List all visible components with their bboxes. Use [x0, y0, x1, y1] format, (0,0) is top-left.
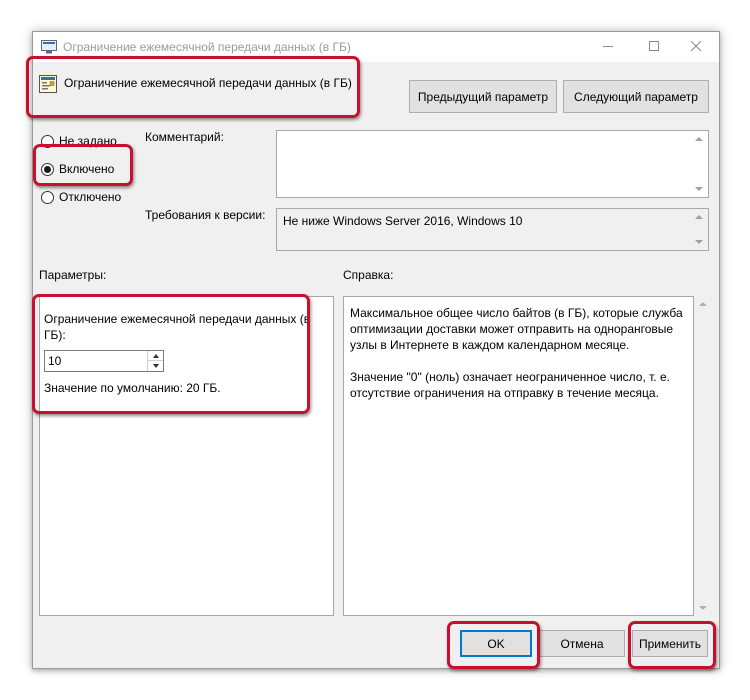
ok-button[interactable]: OK	[460, 630, 532, 657]
version-scrollbar[interactable]	[691, 209, 708, 250]
policy-dialog: Ограничение ежемесячной передачи данных …	[32, 31, 720, 669]
previous-setting-button[interactable]: Предыдущий параметр	[409, 80, 557, 113]
maximize-button[interactable]	[631, 32, 677, 62]
comment-textarea[interactable]	[276, 130, 709, 198]
radio-disabled[interactable]: Отключено	[41, 190, 121, 204]
transfer-limit-stepper[interactable]	[44, 350, 164, 372]
next-setting-button[interactable]: Следующий параметр	[563, 80, 709, 113]
scroll-down-icon[interactable]	[695, 187, 703, 191]
radio-disabled-label: Отключено	[59, 190, 122, 204]
help-panel: Максимальное общее число байтов (в ГБ), …	[343, 296, 694, 616]
scroll-up-icon[interactable]	[695, 137, 703, 141]
cancel-button[interactable]: Отмена	[539, 630, 625, 657]
policy-icon	[39, 75, 57, 96]
apply-button[interactable]: Применить	[632, 630, 708, 657]
scroll-up-icon[interactable]	[695, 215, 703, 219]
radio-not-configured-dot[interactable]	[41, 134, 54, 148]
help-scrollbar[interactable]	[695, 296, 711, 616]
stepper-down-button[interactable]	[148, 361, 163, 371]
version-label: Требования к версии:	[145, 208, 266, 222]
help-label: Справка:	[343, 268, 394, 282]
help-text: Максимальное общее число байтов (в ГБ), …	[350, 305, 690, 417]
chevron-down-icon	[152, 364, 159, 368]
title-bar[interactable]: Ограничение ежемесячной передачи данных …	[33, 32, 719, 62]
parameters-panel: Ограничение ежемесячной передачи данных …	[39, 296, 334, 616]
help-paragraph: Значение "0" (ноль) означает неограничен…	[350, 370, 670, 400]
transfer-limit-label: Ограничение ежемесячной передачи данных …	[44, 312, 311, 342]
help-paragraph: Максимальное общее число байтов (в ГБ), …	[350, 306, 683, 352]
window-title: Ограничение ежемесячной передачи данных …	[63, 40, 351, 54]
comment-scrollbar[interactable]	[691, 131, 708, 197]
radio-disabled-dot[interactable]	[41, 190, 54, 204]
stepper-buttons	[147, 351, 163, 371]
scroll-down-icon[interactable]	[699, 606, 707, 610]
radio-enabled-dot[interactable]	[41, 162, 54, 176]
maximize-icon	[649, 40, 659, 54]
parameters-label: Параметры:	[39, 268, 107, 282]
radio-not-configured-label: Не задано	[59, 134, 117, 148]
radio-enabled[interactable]: Включено	[41, 162, 114, 176]
default-value-text: Значение по умолчанию: 20 ГБ.	[44, 381, 221, 395]
close-button[interactable]	[673, 32, 719, 62]
policy-title: Ограничение ежемесячной передачи данных …	[64, 76, 352, 90]
radio-enabled-label: Включено	[59, 162, 115, 176]
minimize-icon	[603, 40, 613, 54]
close-icon	[690, 40, 702, 54]
version-value: Не ниже Windows Server 2016, Windows 10	[283, 214, 523, 228]
minimize-button[interactable]	[585, 32, 631, 62]
scroll-down-icon[interactable]	[695, 240, 703, 244]
chevron-up-icon	[152, 353, 159, 358]
transfer-limit-input[interactable]	[45, 351, 145, 371]
stepper-up-button[interactable]	[148, 351, 163, 361]
radio-not-configured[interactable]: Не задано	[41, 134, 117, 148]
comment-label: Комментарий:	[145, 130, 224, 144]
version-box: Не ниже Windows Server 2016, Windows 10	[276, 208, 709, 251]
policy-settings-icon	[41, 40, 57, 57]
scroll-up-icon[interactable]	[699, 302, 707, 306]
